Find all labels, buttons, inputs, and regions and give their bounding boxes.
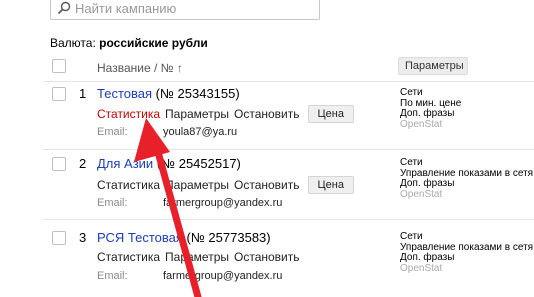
email-value: youla87@ya.ru (163, 126, 238, 138)
campaign-checkbox[interactable] (52, 87, 66, 101)
name-column-header[interactable]: Название / № ↑ (97, 61, 183, 75)
campaign-search[interactable] (50, 0, 320, 20)
param-extra-phrases: Доп. фразы (400, 108, 455, 119)
campaign-number: 2 (79, 156, 87, 171)
email-label: Email: (97, 197, 128, 209)
param-extra-phrases: Доп. фразы (400, 252, 455, 263)
divider (43, 81, 534, 82)
search-icon (57, 1, 71, 15)
campaign-actions: Статистика Параметры Остановить Цена (97, 176, 354, 194)
divider (43, 149, 534, 150)
param-networks: Сети (400, 87, 423, 98)
email-value: farmergroup@yandex.ru (163, 197, 283, 209)
campaign-params: Сети Управление показами в сетя Доп. фра… (400, 231, 533, 274)
campaign-title: РСЯ Тестовая (№ 25773583) (97, 230, 271, 245)
parameters-link[interactable]: Параметры (165, 250, 229, 264)
campaign-id: (№ 25452517) (156, 156, 241, 171)
campaign-title: Тестовая (№ 25343155) (97, 86, 240, 101)
campaign-actions: Статистика Параметры Остановить (97, 250, 305, 264)
currency-value: российские рубли (99, 36, 208, 50)
param-openstat: OpenStat (400, 188, 443, 200)
param-openstat: OpenStat (400, 118, 443, 130)
price-button[interactable]: Цена (307, 176, 354, 194)
param-extra-phrases: Доп. фразы (400, 178, 455, 189)
parameters-link[interactable]: Параметры (165, 178, 229, 192)
statistics-link[interactable]: Статистика (97, 107, 160, 121)
campaign-id: (№ 25343155) (155, 86, 240, 101)
campaign-params: Сети По мин. цене Доп. фразы OpenStat (400, 87, 461, 130)
campaign-name-link[interactable]: Тестовая (97, 86, 152, 101)
campaign-checkbox[interactable] (52, 231, 66, 245)
email-label: Email: (97, 270, 128, 282)
parameters-link[interactable]: Параметры (165, 107, 229, 121)
divider (43, 219, 534, 220)
currency-line: Валюта: российские рубли (50, 36, 208, 50)
select-all-checkbox[interactable] (52, 59, 66, 73)
params-column-header[interactable]: Параметры (398, 57, 468, 75)
statistics-link[interactable]: Статистика (97, 250, 160, 264)
param-networks: Сети (400, 157, 423, 168)
stop-link[interactable]: Остановить (234, 107, 300, 121)
campaign-number: 3 (79, 230, 87, 245)
param-openstat: OpenStat (400, 262, 443, 274)
campaign-name-link[interactable]: РСЯ Тестовая (97, 230, 183, 245)
campaign-actions: Статистика Параметры Остановить Цена (97, 105, 354, 123)
campaign-name-link[interactable]: Для Азии (97, 156, 153, 171)
statistics-link[interactable]: Статистика (97, 178, 160, 192)
campaign-title: Для Азии (№ 25452517) (97, 156, 241, 171)
campaign-checkbox[interactable] (52, 157, 66, 171)
stop-link[interactable]: Остановить (234, 250, 300, 264)
search-input[interactable] (75, 0, 305, 16)
campaign-number: 1 (79, 86, 87, 101)
email-label: Email: (97, 126, 128, 138)
campaign-params: Сети Управление показами в сетя Доп. фра… (400, 157, 533, 200)
stop-link[interactable]: Остановить (234, 178, 300, 192)
param-networks: Сети (400, 231, 423, 242)
campaign-id: (№ 25773583) (186, 230, 271, 245)
email-value: farmergroup@yandex.ru (163, 270, 283, 282)
price-button[interactable]: Цена (307, 105, 354, 123)
currency-label: Валюта: (50, 36, 96, 50)
